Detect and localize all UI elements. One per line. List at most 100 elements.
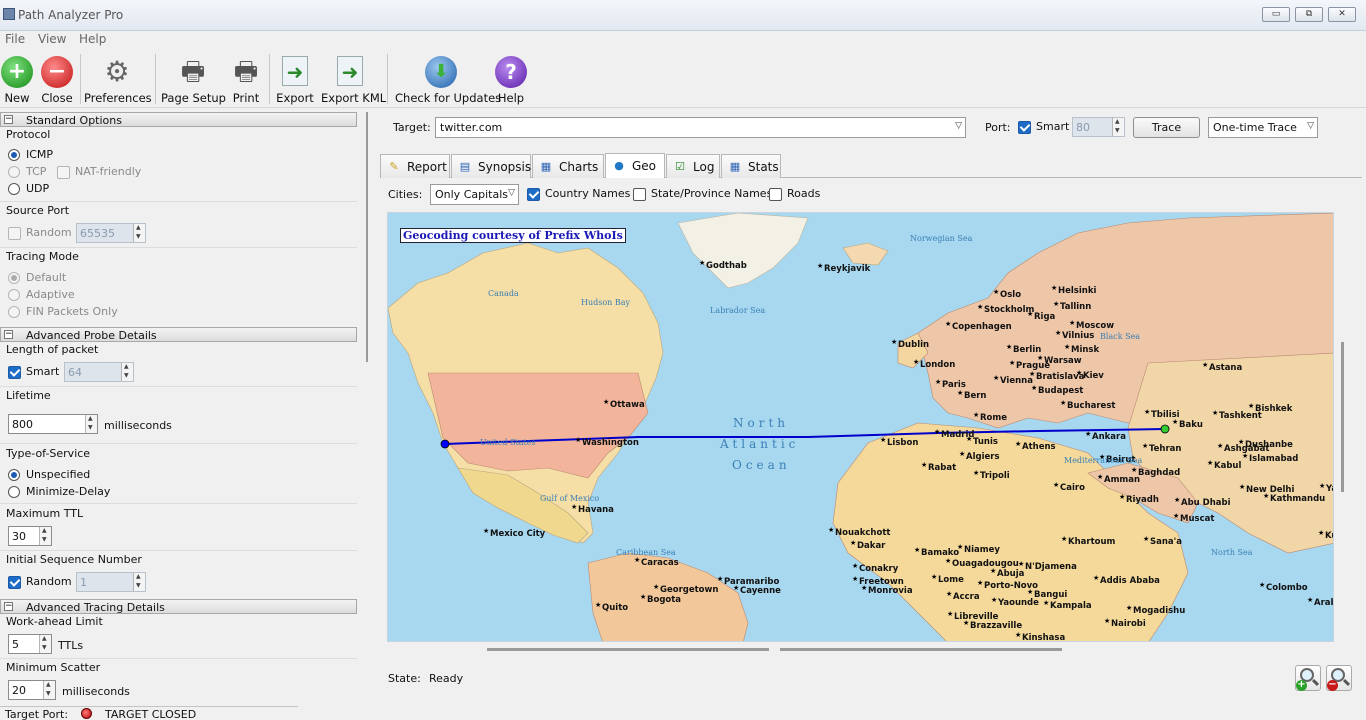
stepper-arrows[interactable]	[133, 573, 145, 591]
capital-star-icon: ★	[852, 562, 858, 570]
radio-icon	[8, 166, 20, 178]
stepper-arrows[interactable]	[133, 224, 145, 242]
map-hscroll-left[interactable]	[487, 648, 769, 651]
preferences-button[interactable]: ⚙ Preferences	[84, 53, 152, 106]
map-label: Ottawa	[610, 400, 645, 410]
toolbar-separator	[269, 54, 270, 104]
tab-stats[interactable]: ▦ Stats	[721, 154, 781, 178]
tab-synopsis[interactable]: ▤ Synopsis	[451, 154, 531, 178]
menu-file[interactable]: File	[5, 32, 25, 46]
capital-star-icon: ★	[1060, 399, 1066, 407]
close-button[interactable]: − Close	[38, 53, 76, 105]
tab-geo[interactable]: ● Geo	[605, 153, 665, 178]
printer-icon: 🖶	[233, 57, 259, 87]
map-label: Atlantic	[719, 437, 799, 451]
lifetime-stepper[interactable]: 800	[8, 414, 98, 434]
target-combo[interactable]: twitter.com ▽	[435, 117, 966, 138]
min-scatter-stepper[interactable]: 20	[8, 680, 56, 700]
help-button[interactable]: ? Help	[493, 53, 529, 105]
route-start-node[interactable]	[440, 439, 450, 449]
target-port-status: TARGET CLOSED	[105, 708, 197, 720]
map-label: Colombo	[1266, 583, 1308, 593]
map-label: Nairobi	[1111, 619, 1146, 629]
print-button[interactable]: 🖶 Print	[228, 53, 264, 105]
capital-star-icon: ★	[1173, 512, 1179, 520]
check-updates-button[interactable]: ⬇ Check for Updates	[395, 53, 501, 105]
export-button[interactable]: ➜ Export	[275, 53, 315, 105]
isn-stepper[interactable]: 1	[76, 572, 146, 592]
chevron-down-icon: ▽	[1307, 121, 1314, 131]
capital-star-icon: ★	[993, 374, 999, 382]
map-label: N'Djamena	[1025, 562, 1077, 572]
advanced-tracing-header[interactable]: − Advanced Tracing Details	[0, 599, 357, 614]
close-window-button[interactable]: ✕	[1328, 7, 1356, 22]
zoom-out-button[interactable]: −	[1326, 665, 1352, 691]
capital-star-icon: ★	[1018, 560, 1024, 568]
collapse-icon: −	[4, 114, 13, 124]
trace-mode-select[interactable]: One-time Trace ▽	[1208, 117, 1318, 138]
export-kml-button[interactable]: ➜ Export KML	[321, 53, 386, 105]
standard-options-header[interactable]: − Standard Options	[0, 112, 357, 127]
map-hscroll-right[interactable]	[780, 648, 1062, 651]
map-label: Godthab	[706, 261, 747, 271]
minimize-button[interactable]: ▭	[1262, 7, 1290, 22]
tab-log[interactable]: ☑ Log	[666, 154, 720, 178]
capital-star-icon: ★	[993, 288, 999, 296]
map-label: Norwegian Sea	[910, 234, 973, 243]
stepper-arrows[interactable]	[39, 527, 51, 545]
stepper-arrows[interactable]	[85, 415, 97, 433]
capital-star-icon: ★	[1006, 343, 1012, 351]
map-label: Labrador Sea	[710, 306, 765, 315]
route-end-node[interactable]	[1160, 424, 1170, 434]
map-label: Conakry	[859, 564, 899, 574]
stats-icon: ▦	[729, 160, 741, 173]
radio-icon	[8, 149, 20, 161]
map-label: Lome	[938, 575, 964, 585]
capital-star-icon: ★	[640, 593, 646, 601]
tracing-mode-label: Tracing Mode	[6, 250, 79, 263]
protocol-label: Protocol	[6, 128, 51, 141]
greenland-land	[677, 213, 809, 289]
length-stepper[interactable]: 64	[64, 362, 134, 382]
capital-star-icon: ★	[1131, 466, 1137, 474]
tab-report[interactable]: ✎ Report	[380, 154, 450, 178]
stepper-arrows[interactable]	[43, 681, 55, 699]
workahead-stepper[interactable]: 5	[8, 634, 52, 654]
source-port-stepper[interactable]: 65535	[76, 223, 146, 243]
capital-star-icon: ★	[1259, 581, 1265, 589]
checkbox-icon	[527, 188, 540, 201]
checkbox-icon	[8, 366, 21, 379]
capital-star-icon: ★	[717, 575, 723, 583]
map-label: Tripoli	[980, 471, 1010, 481]
stepper-arrows[interactable]	[39, 635, 51, 653]
stepper-arrows[interactable]	[121, 363, 133, 381]
menu-help[interactable]: Help	[79, 32, 106, 46]
zoom-in-icon: +	[1296, 679, 1307, 691]
new-button[interactable]: + New	[0, 53, 34, 105]
globe-download-icon: ⬇	[425, 56, 457, 88]
tab-charts[interactable]: ▦ Charts	[532, 154, 604, 178]
zoom-in-button[interactable]: +	[1295, 665, 1321, 691]
menu-view[interactable]: View	[38, 32, 66, 46]
geo-options-row: Cities: Only Capitals ▽ Country Names St…	[380, 182, 1362, 208]
map-vscroll[interactable]	[1341, 342, 1344, 492]
map-label: Algiers	[966, 452, 1000, 462]
toolbar-separator	[387, 54, 388, 104]
maximize-button[interactable]: ⧉	[1295, 7, 1323, 22]
min-scatter-unit: milliseconds	[62, 685, 130, 698]
geo-map[interactable]: Godthab ★ Reykjavik ★ Norwegian Sea Canada Hud…	[387, 212, 1334, 642]
map-label: Budapest	[1038, 386, 1083, 396]
port-stepper[interactable]: 80	[1072, 117, 1125, 137]
map-label: Bern	[964, 391, 987, 401]
trace-button[interactable]: Trace	[1133, 117, 1200, 138]
left-panel-scrollbar[interactable]	[366, 112, 368, 362]
max-ttl-stepper[interactable]: 30	[8, 526, 52, 546]
cities-select[interactable]: Only Capitals ▽	[430, 184, 519, 205]
capital-star-icon: ★	[1055, 329, 1061, 337]
stepper-arrows[interactable]	[1112, 118, 1124, 136]
isn-label: Initial Sequence Number	[6, 553, 142, 566]
map-label: Mediterranean Sea	[1064, 456, 1143, 465]
page-setup-button[interactable]: 🖶 Page Setup	[161, 53, 226, 105]
capital-star-icon: ★	[891, 338, 897, 346]
advanced-probe-header[interactable]: − Advanced Probe Details	[0, 327, 357, 342]
